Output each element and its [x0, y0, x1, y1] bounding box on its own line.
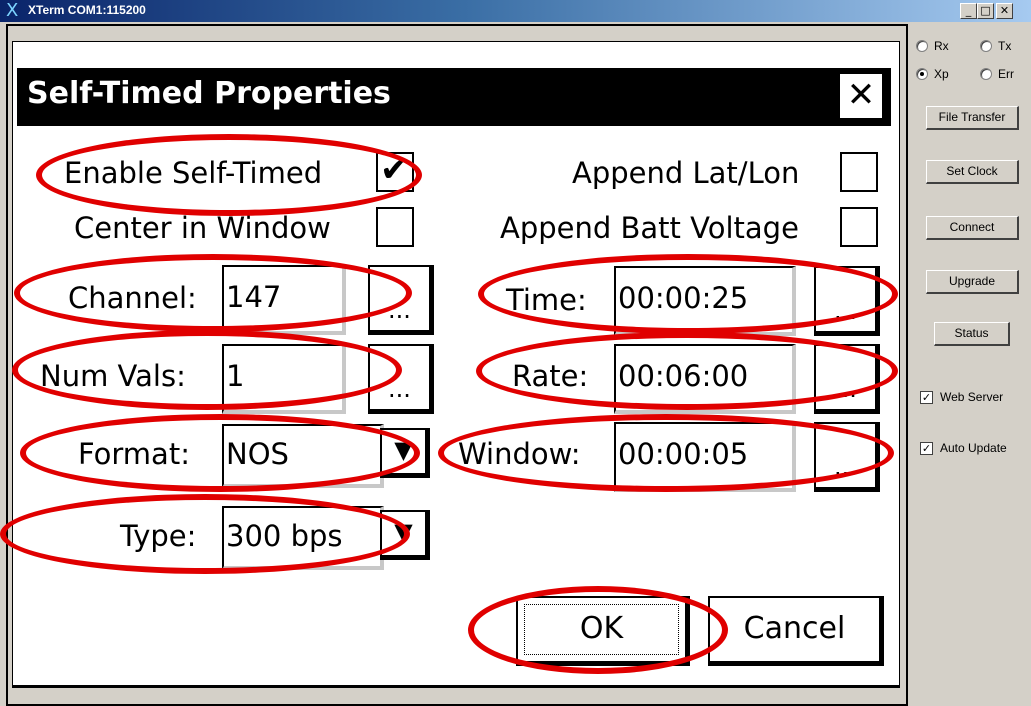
ellipsis-icon: ...	[388, 296, 411, 324]
close-window-button[interactable]: ✕	[996, 3, 1013, 19]
ok-button[interactable]: OK	[516, 596, 690, 666]
web-server-label: Web Server	[940, 390, 1004, 404]
web-server-checkbox[interactable]: ✓	[920, 391, 933, 404]
upgrade-button[interactable]: Upgrade	[926, 270, 1019, 294]
auto-update-checkbox[interactable]: ✓	[920, 442, 933, 455]
status-button[interactable]: Status	[934, 322, 1010, 346]
file-transfer-button[interactable]: File Transfer	[926, 106, 1019, 130]
type-dropdown-button[interactable]: ▼	[380, 510, 430, 560]
rx-radio-label: Rx	[934, 39, 949, 53]
rate-value: 00:06:00	[618, 359, 749, 393]
time-label: Time:	[506, 283, 587, 317]
format-value: NOS	[226, 437, 289, 471]
window-title: XTerm COM1:115200	[28, 3, 146, 17]
cancel-button-label: Cancel	[743, 611, 846, 646]
append-batt-voltage-checkbox[interactable]	[840, 207, 878, 247]
err-radio[interactable]	[980, 68, 992, 80]
rate-browse-button[interactable]: ...	[814, 344, 880, 414]
time-input[interactable]: 00:00:25	[614, 266, 796, 336]
connect-button[interactable]: Connect	[926, 216, 1019, 240]
enable-self-timed-label: Enable Self-Timed	[64, 156, 323, 190]
focus-ring	[524, 604, 679, 655]
num-vals-browse-button[interactable]: ...	[368, 344, 434, 414]
time-browse-button[interactable]: ...	[814, 266, 880, 336]
auto-update-label: Auto Update	[940, 441, 1007, 455]
format-dropdown-button[interactable]: ▼	[380, 428, 430, 478]
chevron-down-icon: ▼	[394, 518, 413, 546]
format-select[interactable]: NOS	[222, 424, 384, 488]
center-in-window-checkbox[interactable]	[376, 207, 414, 247]
channel-browse-button[interactable]: ...	[368, 265, 434, 335]
window-value: 00:00:05	[618, 437, 749, 471]
maximize-button[interactable]: □	[977, 3, 994, 19]
window-browse-button[interactable]: ...	[814, 422, 880, 492]
window-label: Window:	[458, 437, 581, 471]
err-radio-label: Err	[998, 67, 1014, 81]
ellipsis-icon: ...	[834, 453, 857, 481]
dialog-close-button[interactable]: ✕	[838, 72, 884, 120]
xp-radio-label: Xp	[934, 67, 949, 81]
type-value: 300 bps	[226, 519, 343, 553]
type-select[interactable]: 300 bps	[222, 506, 384, 570]
rate-label: Rate:	[512, 359, 589, 393]
x-logo-icon: X	[6, 0, 19, 21]
append-lat-lon-checkbox[interactable]	[840, 152, 878, 192]
set-clock-button[interactable]: Set Clock	[926, 160, 1019, 184]
tx-radio-label: Tx	[998, 39, 1012, 53]
dialog-title: Self-Timed Properties	[27, 76, 391, 111]
format-label: Format:	[78, 437, 190, 471]
cancel-button[interactable]: Cancel	[708, 596, 884, 666]
window-titlebar[interactable]: X XTerm COM1:115200 _ □ ✕	[0, 0, 1031, 22]
rate-input[interactable]: 00:06:00	[614, 344, 796, 414]
num-vals-input[interactable]: 1	[222, 344, 346, 414]
tx-radio[interactable]	[980, 40, 992, 52]
append-batt-voltage-label: Append Batt Voltage	[500, 211, 799, 245]
num-vals-label: Num Vals:	[40, 359, 186, 393]
channel-input[interactable]: 147	[222, 265, 346, 335]
enable-self-timed-checkbox[interactable]: ✔	[376, 150, 414, 192]
check-icon: ✔	[380, 150, 409, 190]
ellipsis-icon: ...	[834, 297, 857, 325]
ellipsis-icon: ...	[834, 375, 857, 403]
append-lat-lon-label: Append Lat/Lon	[572, 156, 800, 190]
xp-radio[interactable]	[916, 68, 928, 80]
center-in-window-label: Center in Window	[74, 211, 331, 245]
minimize-button[interactable]: _	[960, 3, 977, 19]
time-value: 00:00:25	[618, 281, 749, 315]
type-label: Type:	[120, 519, 197, 553]
device-bottom-bar	[12, 686, 900, 700]
dialog-titlebar: Self-Timed Properties	[17, 68, 891, 126]
channel-value: 147	[226, 280, 282, 314]
channel-label: Channel:	[68, 281, 197, 315]
window-input[interactable]: 00:00:05	[614, 422, 796, 492]
num-vals-value: 1	[226, 359, 245, 393]
chevron-down-icon: ▼	[394, 436, 413, 464]
rx-radio[interactable]	[916, 40, 928, 52]
ellipsis-icon: ...	[388, 375, 411, 403]
